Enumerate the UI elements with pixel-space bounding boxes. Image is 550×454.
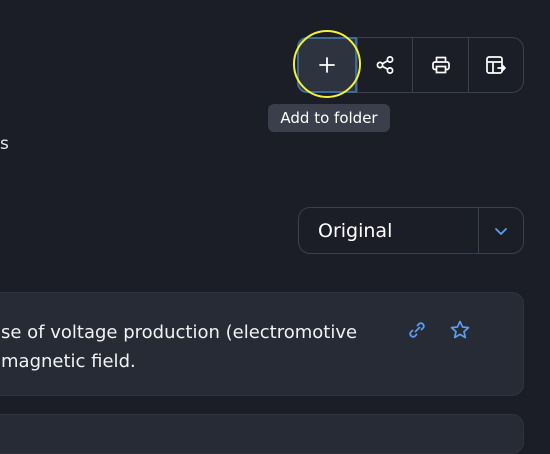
definition-line-1: se of voltage production (electromotive xyxy=(1,322,358,343)
printer-icon xyxy=(431,56,450,74)
link-button[interactable] xyxy=(404,317,430,343)
view-mode-value: Original xyxy=(318,219,393,242)
star-icon xyxy=(450,320,470,339)
definition-text: se of voltage production (electromotive … xyxy=(1,318,381,376)
view-mode-dropdown-toggle[interactable] xyxy=(478,208,523,253)
favorite-button[interactable] xyxy=(447,317,473,343)
link-icon xyxy=(409,322,425,338)
print-button[interactable] xyxy=(412,38,467,92)
add-to-folder-button[interactable] xyxy=(297,37,358,93)
next-card xyxy=(0,414,524,454)
share-icon xyxy=(376,56,394,74)
export-button[interactable] xyxy=(467,38,523,92)
view-mode-select[interactable]: Original xyxy=(298,207,524,254)
partial-label: s xyxy=(0,134,9,154)
chevron-down-icon xyxy=(495,227,507,235)
add-to-folder-tooltip: Add to folder xyxy=(268,104,390,132)
definition-line-2: magnetic field. xyxy=(1,351,136,372)
action-toolbar xyxy=(297,37,524,93)
table-export-icon xyxy=(486,56,506,74)
share-button[interactable] xyxy=(357,38,412,92)
plus-icon xyxy=(319,57,335,73)
definition-card: se of voltage production (electromotive … xyxy=(0,292,524,396)
